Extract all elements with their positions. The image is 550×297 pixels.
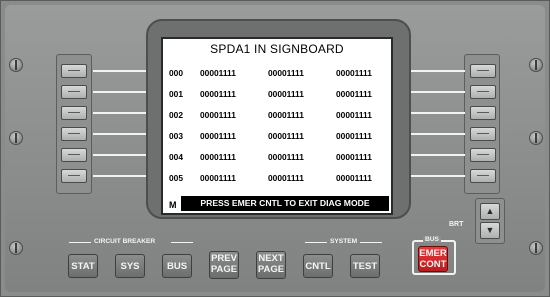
row-value: 00001111 [336,110,372,120]
row-value: 00001111 [336,89,372,99]
row-value: 00001111 [200,131,236,141]
cntl-button-label: CNTL [305,261,331,272]
display-screen: SPDA1 IN SIGNBOARD 000 00001111 00001111… [161,37,393,215]
left-softkey-1[interactable] [61,64,87,78]
stat-button-label: STAT [71,261,95,272]
system-legend: SYSTEM [330,238,358,245]
right-softkey-6[interactable] [470,169,496,183]
row-value: 00001111 [268,131,304,141]
right-softkey-3[interactable] [470,106,496,120]
test-button[interactable]: TEST [350,254,380,278]
legend-rule [69,242,91,243]
prev-page-label-line2: PAGE [210,264,238,275]
brightness-up-button[interactable]: ▲ [480,203,500,220]
control-panel: SPDA1 IN SIGNBOARD 000 00001111 00001111… [0,0,550,297]
cntl-button[interactable]: CNTL [303,254,333,278]
mode-indicator: M [169,200,177,210]
sys-button[interactable]: SYS [115,254,145,278]
next-page-label-line1: NEXT [258,253,284,264]
screw-icon [9,241,23,255]
emer-cont-label-line1: EMER [419,248,447,259]
brt-legend: BRT [449,221,464,228]
diag-message-banner: PRESS EMER CNTL TO EXIT DIAG MODE [181,196,389,211]
right-softkey-2[interactable] [470,85,496,99]
screw-icon [529,241,543,255]
triangle-down-icon: ▼ [485,225,495,235]
row-address: 005 [169,173,183,183]
row-value: 00001111 [200,173,236,183]
prev-page-button[interactable]: PREV PAGE [209,251,239,279]
right-softkey-5[interactable] [470,148,496,162]
brightness-down-button[interactable]: ▼ [480,222,500,239]
prev-page-label-line1: PREV [211,253,237,264]
screw-icon [9,131,23,145]
legend-rule [360,242,382,243]
screw-icon [9,58,23,72]
screw-icon [529,131,543,145]
next-page-button[interactable]: NEXT PAGE [256,251,286,279]
triangle-up-icon: ▲ [485,206,495,216]
test-button-label: TEST [352,261,378,272]
legend-rule [171,242,193,243]
row-address: 003 [169,131,183,141]
row-value: 00001111 [336,68,372,78]
row-address: 000 [169,68,183,78]
row-address: 002 [169,110,183,120]
emer-cont-label-line2: CONT [419,259,447,270]
right-softkey-group [464,54,500,194]
row-value: 00001111 [336,173,372,183]
row-value: 00001111 [268,68,304,78]
legend-rule [305,242,327,243]
left-softkey-3[interactable] [61,106,87,120]
brightness-control: ▲ ▼ [475,198,505,244]
row-value: 00001111 [268,173,304,183]
row-value: 00001111 [200,152,236,162]
sys-button-label: SYS [120,261,140,272]
screw-icon [529,58,543,72]
row-value: 00001111 [268,110,304,120]
emer-cont-button[interactable]: EMER CONT [418,246,448,272]
left-softkey-6[interactable] [61,169,87,183]
row-value: 00001111 [200,89,236,99]
row-value: 00001111 [268,89,304,99]
circuit-breaker-legend: CIRCUIT BREAKER [94,238,156,245]
stat-button[interactable]: STAT [68,254,98,278]
bus-legend: BUS [423,236,441,243]
bus-button-label: BUS [166,261,188,272]
right-softkey-4[interactable] [470,127,496,141]
row-address: 004 [169,152,183,162]
row-value: 00001111 [200,68,236,78]
next-page-label-line2: PAGE [257,264,285,275]
left-softkey-4[interactable] [61,127,87,141]
row-value: 00001111 [336,152,372,162]
screen-title: SPDA1 IN SIGNBOARD [210,42,344,56]
row-address: 001 [169,89,183,99]
row-value: 00001111 [200,110,236,120]
right-softkey-1[interactable] [470,64,496,78]
left-softkey-group [56,54,92,194]
bus-button[interactable]: BUS [162,254,192,278]
row-value: 00001111 [268,152,304,162]
left-softkey-2[interactable] [61,85,87,99]
left-softkey-5[interactable] [61,148,87,162]
row-value: 00001111 [336,131,372,141]
